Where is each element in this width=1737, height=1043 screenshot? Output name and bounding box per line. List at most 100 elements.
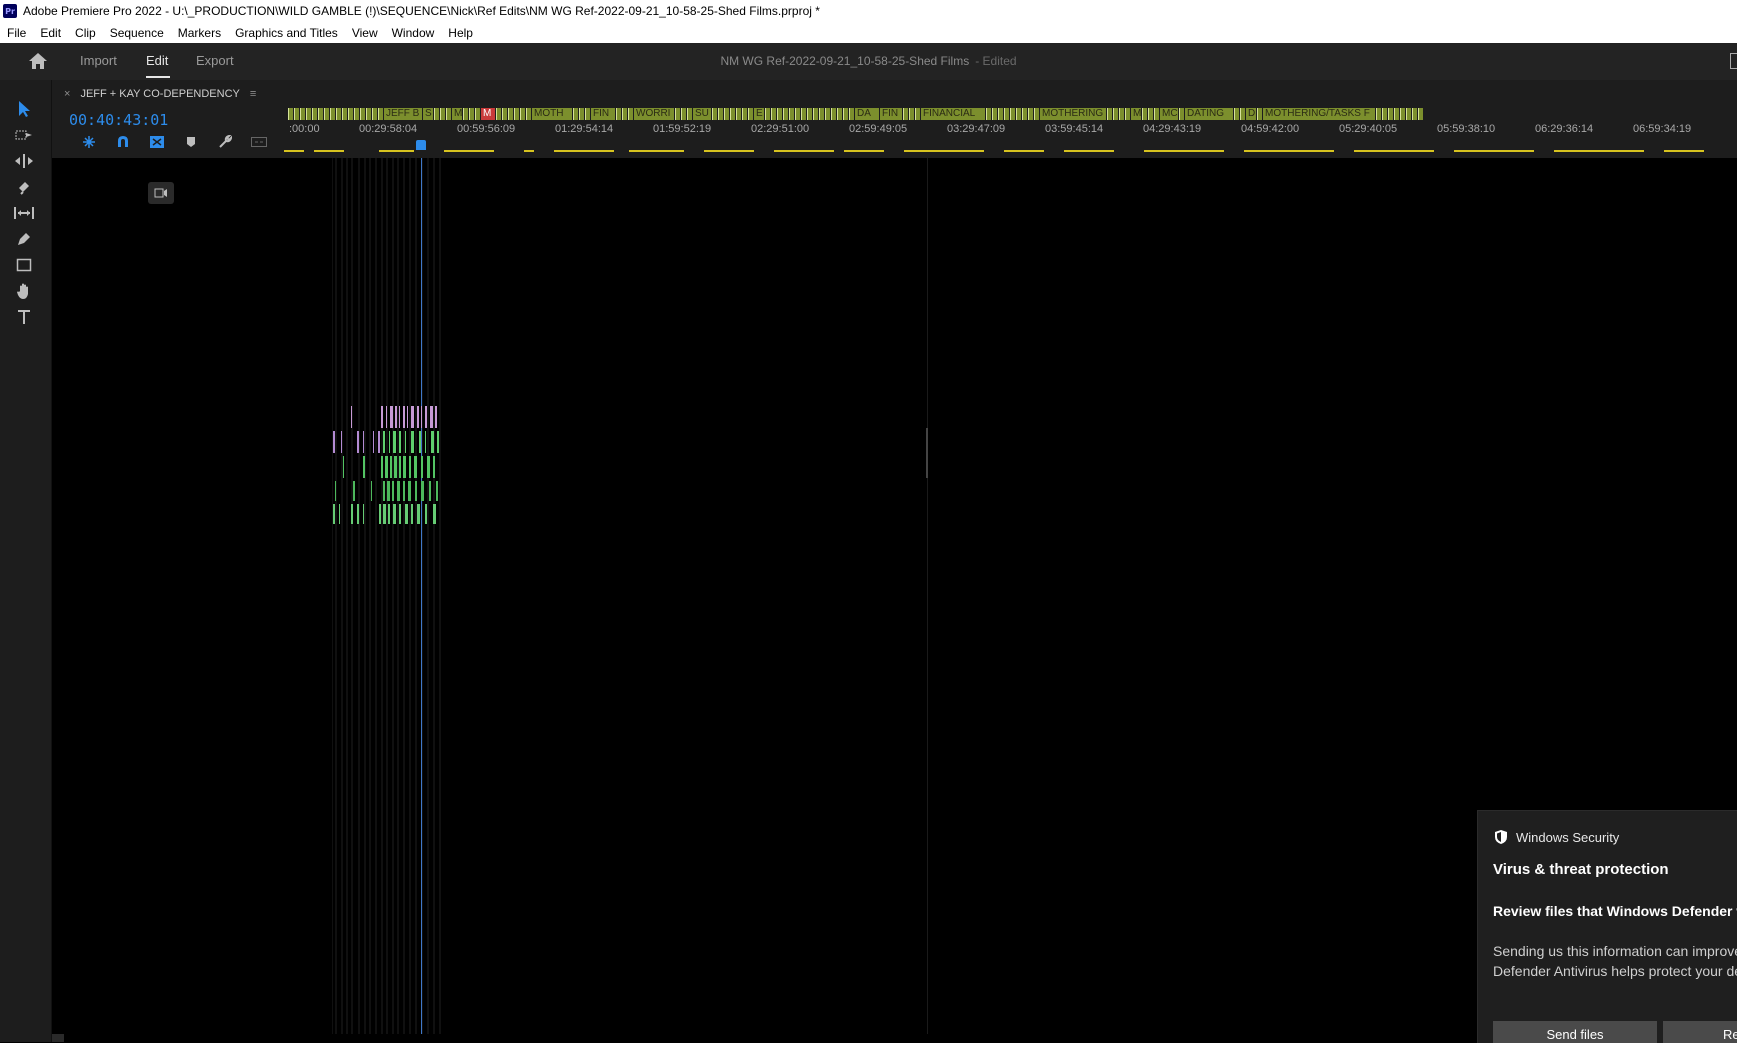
marker[interactable] (1179, 108, 1184, 120)
marker[interactable] (992, 108, 997, 120)
marker[interactable] (294, 108, 299, 120)
marker[interactable]: MOTHERING/TASKS F (1263, 108, 1375, 120)
marker[interactable] (312, 108, 317, 120)
marker[interactable] (1016, 108, 1021, 120)
marker[interactable] (1418, 108, 1423, 120)
send-files-button[interactable]: Send files (1493, 1021, 1657, 1043)
marker[interactable] (354, 108, 359, 120)
marker[interactable] (998, 108, 1003, 120)
marker[interactable]: SU (693, 108, 711, 120)
marker[interactable] (348, 108, 353, 120)
marker[interactable] (1034, 108, 1039, 120)
marker[interactable] (1257, 108, 1262, 120)
marker[interactable] (1394, 108, 1399, 120)
marker[interactable]: MOTHERING (1040, 108, 1106, 120)
marker[interactable] (765, 108, 770, 120)
menu-window[interactable]: Window (385, 26, 442, 40)
nest-icon[interactable] (72, 134, 106, 150)
menu-clip[interactable]: Clip (68, 26, 103, 40)
panel-toggle-icon[interactable] (1730, 53, 1737, 69)
rectangle-icon[interactable] (12, 254, 36, 276)
track-select-icon[interactable] (12, 124, 36, 146)
marker[interactable] (1412, 108, 1417, 120)
marker[interactable] (1028, 108, 1033, 120)
review-button[interactable]: Review (1663, 1021, 1737, 1043)
marker[interactable] (330, 108, 335, 120)
marker[interactable] (1388, 108, 1393, 120)
marker[interactable] (579, 108, 584, 120)
razor-icon[interactable] (12, 176, 36, 198)
marker[interactable] (628, 108, 633, 120)
marker[interactable] (1154, 108, 1159, 120)
marker[interactable]: D (1246, 108, 1256, 120)
marker[interactable] (1107, 108, 1112, 120)
sync-lock-icon[interactable] (148, 182, 174, 204)
marker[interactable] (675, 108, 680, 120)
marker[interactable] (342, 108, 347, 120)
marker[interactable] (585, 108, 590, 120)
marker[interactable]: FIN (880, 108, 902, 120)
menu-file[interactable]: File (0, 26, 33, 40)
marker[interactable] (616, 108, 621, 120)
time-ruler[interactable]: JEFF B S M M MOTH FIN WORRI SU E DA FIN … (284, 80, 1737, 158)
marker[interactable] (1119, 108, 1124, 120)
marker[interactable] (1240, 108, 1245, 120)
marker[interactable] (843, 108, 848, 120)
menu-markers[interactable]: Markers (171, 26, 228, 40)
marker[interactable] (434, 108, 439, 120)
wrench-icon[interactable] (208, 134, 242, 150)
marker[interactable] (514, 108, 519, 120)
marker[interactable]: DA (855, 108, 879, 120)
marker[interactable] (712, 108, 717, 120)
marker[interactable] (508, 108, 513, 120)
marker[interactable] (849, 108, 854, 120)
marker[interactable] (378, 108, 383, 120)
marker[interactable]: FINANCIAL (921, 108, 985, 120)
menu-view[interactable]: View (345, 26, 385, 40)
marker[interactable] (825, 108, 830, 120)
marker[interactable] (801, 108, 806, 120)
marker[interactable] (813, 108, 818, 120)
marker[interactable] (783, 108, 788, 120)
marker[interactable] (1022, 108, 1027, 120)
clip-cluster[interactable] (333, 406, 440, 526)
marker[interactable] (469, 108, 474, 120)
type-icon[interactable] (12, 306, 36, 328)
marker[interactable] (742, 108, 747, 120)
marker[interactable] (502, 108, 507, 120)
playhead-timecode[interactable]: 00:40:43:01 (69, 111, 168, 129)
marker[interactable] (526, 108, 531, 120)
marker[interactable] (1400, 108, 1405, 120)
marker[interactable] (463, 108, 468, 120)
marker[interactable] (318, 108, 323, 120)
marker[interactable] (440, 108, 445, 120)
marker[interactable] (807, 108, 812, 120)
work-area-bar[interactable] (284, 150, 1704, 152)
marker[interactable]: E (754, 108, 764, 120)
marker[interactable] (1142, 108, 1147, 120)
marker[interactable] (475, 108, 480, 120)
captions-icon[interactable] (242, 134, 276, 150)
marker[interactable] (831, 108, 836, 120)
scrollbar-handle[interactable] (52, 1034, 64, 1042)
menu-help[interactable]: Help (441, 26, 480, 40)
marker[interactable]: S (423, 108, 433, 120)
marker[interactable] (789, 108, 794, 120)
marker[interactable] (1382, 108, 1387, 120)
marker[interactable] (903, 108, 908, 120)
marker[interactable] (1234, 108, 1239, 120)
linked-selection-icon[interactable] (140, 134, 174, 150)
close-tab-icon[interactable]: × (64, 88, 70, 100)
playhead-line[interactable] (421, 158, 422, 1034)
marker[interactable] (1004, 108, 1009, 120)
windows-security-toast[interactable]: Windows Security Virus & threat protecti… (1477, 810, 1737, 1043)
marker[interactable] (915, 108, 920, 120)
marker[interactable] (909, 108, 914, 120)
marker[interactable] (366, 108, 371, 120)
snap-icon[interactable] (106, 134, 140, 150)
marker[interactable] (288, 108, 293, 120)
marker[interactable] (777, 108, 782, 120)
panel-menu-icon[interactable]: ≡ (250, 88, 256, 100)
marker[interactable] (360, 108, 365, 120)
menu-graphics-and-titles[interactable]: Graphics and Titles (228, 26, 345, 40)
